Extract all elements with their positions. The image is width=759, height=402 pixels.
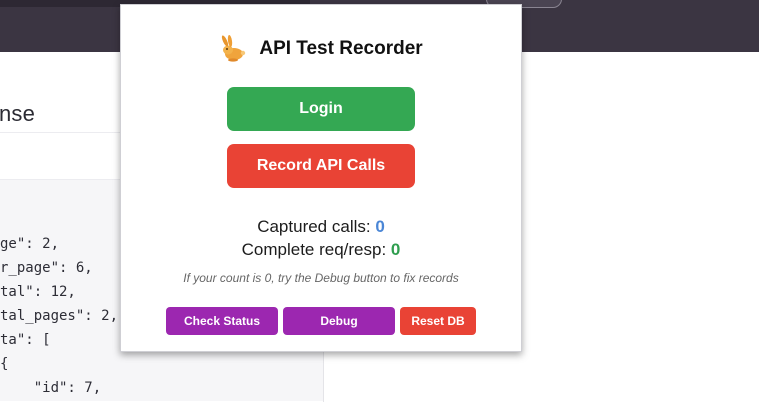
debug-button[interactable]: Debug <box>283 307 395 335</box>
captured-calls-stat: Captured calls: 0 <box>121 217 521 237</box>
check-status-button[interactable]: Check Status <box>166 307 278 335</box>
code-line: tal": 12, <box>0 284 76 300</box>
popup-header: API Test Recorder <box>121 35 521 63</box>
captured-calls-label: Captured calls: <box>257 217 376 236</box>
complete-req-resp-stat: Complete req/resp: 0 <box>121 240 521 260</box>
record-api-calls-button[interactable]: Record API Calls <box>227 144 415 188</box>
code-line: "id": 7, <box>0 380 102 396</box>
code-line: r_page": 6, <box>0 260 93 276</box>
screen: nse ge": 2, r_page": 6, tal": 12, tal_pa… <box>0 0 759 402</box>
code-line: tal_pages": 2, <box>0 308 119 324</box>
complete-req-resp-label: Complete req/resp: <box>241 240 391 259</box>
popup-title: API Test Recorder <box>259 38 423 59</box>
rabbit-icon <box>222 35 246 62</box>
extension-popup: API Test Recorder Login Record API Calls… <box>120 4 522 352</box>
captured-calls-count: 0 <box>375 217 385 236</box>
complete-req-resp-count: 0 <box>390 240 401 259</box>
code-line: ge": 2, <box>0 236 60 252</box>
code-line: ta": [ <box>0 332 51 348</box>
reset-db-button[interactable]: Reset DB <box>400 307 476 335</box>
login-button[interactable]: Login <box>227 87 415 131</box>
page-heading: nse <box>0 101 36 126</box>
debug-hint: If your count is 0, try the Debug button… <box>183 271 459 285</box>
code-line: { <box>0 356 9 372</box>
